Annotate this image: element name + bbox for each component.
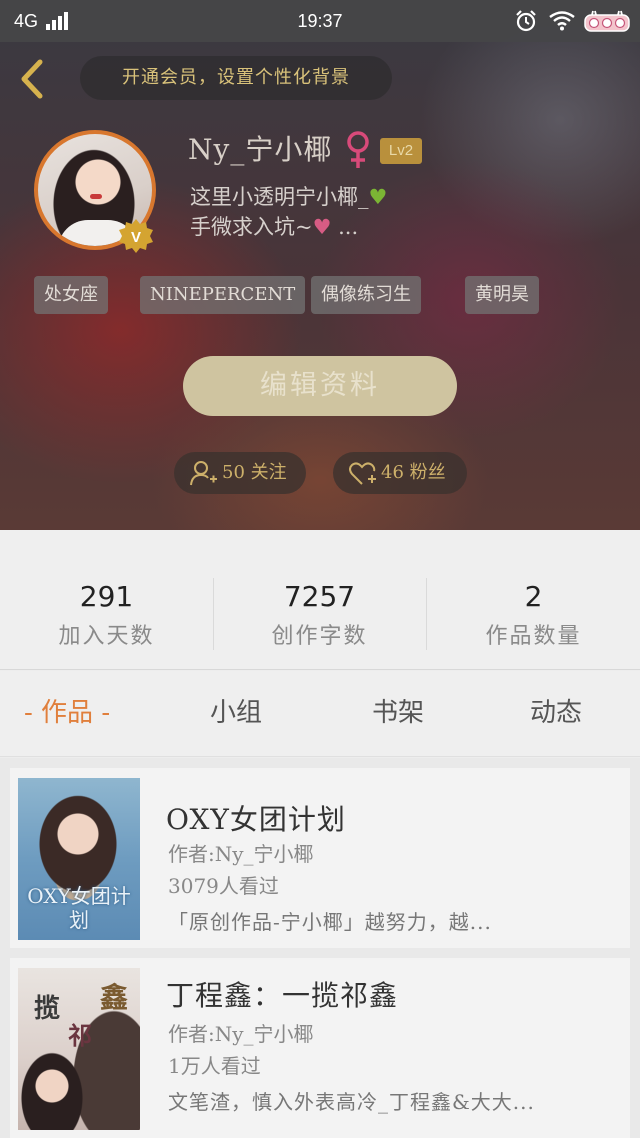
work-views: 3079人看过: [168, 874, 279, 898]
stat-value: 7257: [283, 580, 356, 613]
work-title: 丁程鑫：一揽祁鑫: [166, 979, 399, 1012]
edit-profile-button[interactable]: 编辑资料: [183, 356, 457, 416]
back-button[interactable]: [14, 56, 54, 102]
tab-bookshelf[interactable]: 书架: [372, 693, 424, 733]
vip-banner[interactable]: 开通会员，设置个性化背景: [80, 56, 392, 100]
work-author: 作者:Ny_宁小椰: [168, 842, 314, 866]
work-title: OXY女团计划: [166, 803, 346, 836]
female-icon: [347, 131, 369, 168]
cover-char: 祁: [68, 1021, 92, 1050]
tag-item[interactable]: 偶像练习生: [311, 276, 421, 314]
book-cover: 揽 祁 鑫: [18, 968, 140, 1130]
stat-word-count: 7257 创作字数: [213, 530, 426, 670]
stat-label: 加入天数: [58, 624, 155, 649]
fans-button[interactable]: 46 粉丝: [333, 452, 467, 494]
tab-works[interactable]: - 作品 -: [24, 693, 110, 733]
tag-item[interactable]: 黄明昊: [465, 276, 539, 314]
stat-label: 创作字数: [271, 624, 368, 649]
fans-label: 46 粉丝: [381, 462, 446, 483]
green-heart-icon: ♥: [368, 185, 388, 209]
stats-panel: 291 加入天数 7257 创作字数 2 作品数量: [0, 530, 640, 670]
stat-work-count: 2 作品数量: [427, 530, 640, 670]
work-description: 「原创作品-宁小椰」越努力，越...: [168, 910, 492, 934]
stat-label: 作品数量: [485, 624, 582, 649]
stat-value: 291: [79, 580, 134, 613]
battery-icon: [584, 10, 630, 32]
work-author: 作者:Ny_宁小椰: [168, 1022, 314, 1046]
pink-heart-icon: ♥: [312, 215, 332, 239]
bio-line-1: 这里小透明宁小椰_: [190, 185, 369, 209]
tab-activity[interactable]: 动态: [530, 693, 582, 733]
chevron-left-icon: [21, 59, 43, 99]
clock: 19:37: [297, 11, 343, 31]
following-button[interactable]: 50 关注: [174, 452, 306, 494]
bio-ellipsis: ...: [338, 215, 359, 239]
tag-item[interactable]: NINEPERCENT: [140, 276, 306, 314]
add-user-icon: [190, 461, 217, 486]
tab-bar: - 作品 - 小组 书架 动态: [0, 671, 640, 757]
cover-title: OXY女团计划: [27, 884, 131, 932]
bio-line-2: 手微求入坑~: [190, 215, 313, 239]
cover-char: 揽: [34, 994, 61, 1024]
status-bar: 4G 19:37: [0, 0, 640, 42]
stat-join-days: 291 加入天数: [0, 530, 213, 670]
tab-groups[interactable]: 小组: [210, 693, 262, 733]
work-card[interactable]: OXY女团计划 OXY女团计划 作者:Ny_宁小椰 3079人看过 「原创作品-…: [10, 768, 630, 948]
cover-char: 鑫: [100, 981, 129, 1014]
username: Ny_宁小椰: [188, 133, 333, 166]
profile-header: 4G 19:37 开通会员，设置个性化背景 V Ny_宁小椰 Lv2 这里小透明…: [0, 0, 640, 530]
bio: 这里小透明宁小椰_♥ 手微求入坑~♥ ...: [190, 182, 387, 242]
alarm-icon: [516, 10, 536, 32]
verified-badge-icon: V: [119, 219, 153, 253]
work-views: 1万人看过: [168, 1054, 261, 1078]
heart-plus-icon: [349, 462, 376, 485]
tag-item[interactable]: 处女座: [34, 276, 108, 314]
following-label: 50 关注: [222, 462, 287, 483]
svg-text:V: V: [131, 229, 141, 246]
works-list: OXY女团计划 OXY女团计划 作者:Ny_宁小椰 3079人看过 「原创作品-…: [0, 758, 640, 1138]
stat-value: 2: [524, 580, 543, 613]
level-badge: Lv2: [380, 138, 422, 164]
book-cover: OXY女团计划: [18, 778, 140, 940]
work-card[interactable]: 揽 祁 鑫 丁程鑫：一揽祁鑫 作者:Ny_宁小椰 1万人看过 文笔渣，慎入外表高…: [10, 958, 630, 1138]
wifi-icon: [549, 11, 575, 31]
work-description: 文笔渣，慎入外表高冷_丁程鑫&大大...: [168, 1090, 535, 1114]
